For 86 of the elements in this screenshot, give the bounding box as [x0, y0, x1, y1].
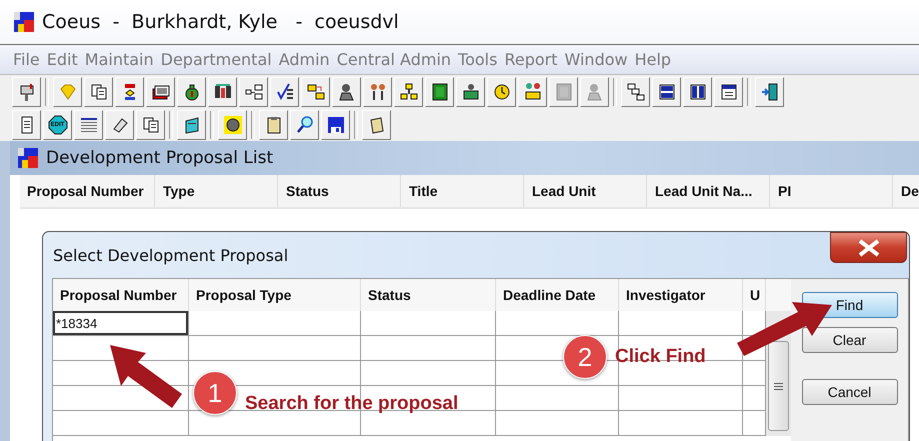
edit-sign-icon — [48, 114, 68, 134]
desk-icon — [460, 82, 480, 102]
dialog-button[interactable]: Cancel — [802, 379, 898, 405]
toolbar-button[interactable] — [363, 76, 392, 106]
annotation-text: Search for the proposal — [245, 392, 458, 415]
column-header[interactable]: Status — [361, 279, 496, 311]
toolbar-button[interactable] — [84, 76, 113, 106]
menu-item[interactable]: Tools — [458, 50, 498, 69]
column-header[interactable]: Proposal Type — [189, 279, 361, 311]
search-icon — [294, 114, 314, 134]
person-icon — [336, 82, 356, 102]
toolbar-button[interactable] — [621, 76, 650, 106]
list-window-title: Development Proposal List — [46, 148, 274, 168]
column-header[interactable]: Title — [401, 175, 524, 207]
toolbar-button[interactable] — [177, 110, 206, 140]
person-icon — [584, 82, 604, 102]
toolbar-button[interactable] — [714, 76, 743, 106]
toolbar-button[interactable] — [425, 76, 454, 106]
toolbar-button[interactable] — [270, 76, 299, 106]
toolbar-button[interactable] — [239, 76, 268, 106]
toolbar-button[interactable] — [177, 76, 206, 106]
menu-item[interactable]: Maintain — [84, 50, 154, 69]
window-title: Coeus - Burkhardt, Kyle - coeusdvl — [42, 11, 399, 33]
input-field[interactable]: *18334 — [53, 311, 188, 335]
documents-icon — [140, 114, 160, 134]
toolbar-button[interactable] — [456, 76, 485, 106]
square-icon — [554, 82, 574, 102]
toolbar-button[interactable] — [755, 76, 784, 106]
menu-item[interactable]: Departmental — [160, 50, 272, 69]
menu-item[interactable]: Admin — [278, 50, 330, 69]
exit-door-icon — [760, 82, 780, 102]
toolbar-button[interactable] — [362, 110, 391, 140]
diamond-icon — [58, 82, 78, 102]
arrow — [110, 345, 182, 408]
column-header[interactable]: Lead Unit — [524, 175, 647, 207]
toolbar-button[interactable] — [332, 76, 361, 106]
column-header[interactable]: Type — [155, 175, 278, 207]
menu-item[interactable]: Central Admin — [336, 50, 452, 69]
square-icon — [430, 82, 450, 102]
menu-item[interactable]: Edit — [46, 50, 78, 69]
column-header[interactable]: U — [743, 279, 766, 311]
column-header[interactable]: Investigator — [619, 279, 743, 311]
annotation-text: Click Find — [615, 346, 706, 368]
toolbar-button[interactable] — [259, 110, 288, 140]
boxes-icon — [626, 82, 646, 102]
column-header[interactable]: Status — [278, 175, 401, 207]
toolbar-button[interactable] — [12, 76, 41, 106]
toolbar-button[interactable] — [105, 110, 134, 140]
org-chart-icon — [398, 82, 418, 102]
column-header[interactable]: Proposal Number — [20, 175, 155, 207]
app-logo-icon — [14, 12, 34, 32]
app-logo-icon — [18, 148, 38, 168]
toolbar-button[interactable] — [487, 76, 516, 106]
close-button[interactable] — [830, 232, 907, 263]
toolbar-button[interactable] — [115, 76, 144, 106]
columns-icon — [688, 82, 708, 102]
toolbar-button[interactable] — [683, 76, 712, 106]
toolbar-button[interactable] — [74, 110, 103, 140]
dialog-button[interactable]: Clear — [802, 327, 898, 353]
rows-icon — [656, 82, 676, 102]
toolbar-button[interactable] — [136, 110, 165, 140]
clock-icon — [492, 82, 512, 102]
tree-icon — [244, 82, 264, 102]
column-header[interactable]: PI — [770, 175, 893, 207]
folders-icon — [306, 82, 326, 102]
toolbar-button[interactable] — [218, 110, 247, 140]
checklist-icon — [274, 82, 294, 102]
toolbar-button[interactable] — [518, 76, 547, 106]
menu-item[interactable]: File — [13, 50, 40, 69]
menu-item[interactable]: Help — [634, 50, 672, 69]
toolbar-button[interactable] — [146, 76, 175, 106]
people-icon — [522, 82, 542, 102]
toolbar-button[interactable] — [12, 110, 41, 140]
toolbar-button[interactable] — [208, 76, 237, 106]
toolbar-button[interactable] — [321, 110, 350, 140]
toolbar-button[interactable] — [652, 76, 681, 106]
dialog-title: Select Development Proposal — [53, 246, 288, 265]
menu-item[interactable]: Window — [564, 50, 628, 69]
column-header[interactable]: Lead Unit Na... — [647, 175, 770, 207]
column-header[interactable]: De — [893, 175, 919, 207]
documents-icon — [88, 82, 108, 102]
toolbar-button[interactable] — [301, 76, 330, 106]
toolbar-button[interactable] — [394, 76, 423, 106]
menu-item[interactable]: Report — [504, 50, 558, 69]
window-icon — [718, 82, 738, 102]
column-header[interactable]: Deadline Date — [496, 279, 619, 311]
